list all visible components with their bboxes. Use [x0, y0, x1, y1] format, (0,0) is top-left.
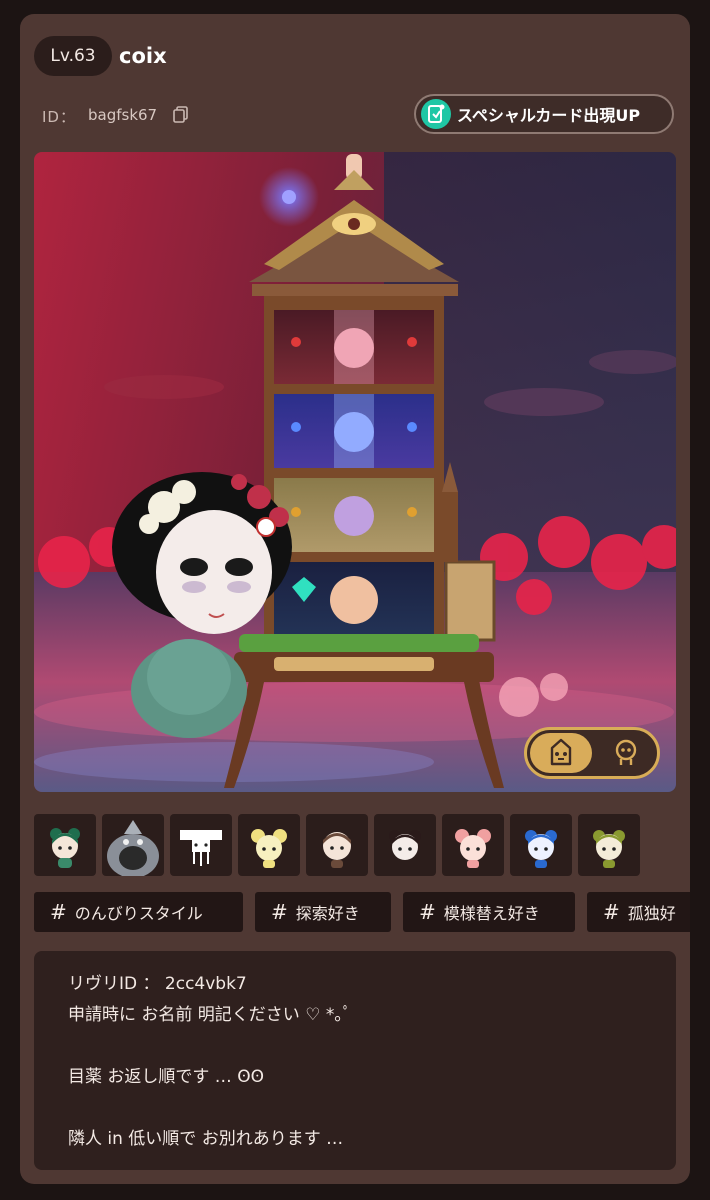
username: coix	[119, 44, 167, 68]
tag-label: 模様替え好き	[443, 904, 540, 923]
neighbor-avatar[interactable]	[578, 814, 640, 876]
tag-chip[interactable]: # 模様替え好き	[403, 892, 575, 932]
view-toggle[interactable]	[524, 727, 660, 779]
tag-chip[interactable]: # 孤独好	[587, 892, 690, 932]
special-card-up-button[interactable]: スペシャルカード出現UP	[414, 94, 674, 134]
neighbor-avatar[interactable]	[34, 814, 96, 876]
neighbor-avatar[interactable]	[306, 814, 368, 876]
special-card-up-label: スペシャルカード出現UP	[457, 106, 641, 125]
tag-chip[interactable]: # のんびりスタイル	[34, 892, 243, 932]
tag-row: # のんびりスタイル # 探索好き # 模様替え好き # 孤独好	[34, 892, 690, 934]
tag-label: 探索好き	[295, 904, 360, 923]
neighbor-avatar[interactable]	[170, 814, 232, 876]
bio-box: リヴリID ： 2cc4vbk7 申請時に お名前 明記ください ♡ *｡ﾟ 目…	[34, 951, 676, 1170]
hash-icon: #	[50, 900, 67, 924]
neighbor-avatar[interactable]	[238, 814, 300, 876]
house-character-icon	[550, 738, 572, 766]
toggle-character-view[interactable]	[595, 733, 657, 773]
hash-icon: #	[603, 900, 620, 924]
character-face-icon	[615, 739, 637, 765]
toggle-house-view[interactable]	[530, 733, 592, 773]
profile-card: Lv.63 coix ID： bagfsk67 スペシャルカード出現UP # の…	[20, 14, 690, 1184]
id-value: bagfsk67	[88, 106, 158, 124]
bio-line: 隣人 in 低い順で お別れあります …	[68, 1129, 344, 1149]
neighbor-avatar[interactable]	[442, 814, 504, 876]
neighbor-avatar[interactable]	[374, 814, 436, 876]
neighbor-avatar[interactable]	[510, 814, 572, 876]
bio-line: 目薬 お返し順です … ʘʘ	[68, 1067, 264, 1087]
card-icon	[421, 99, 451, 129]
hash-icon: #	[271, 900, 288, 924]
bio-line	[68, 1093, 642, 1124]
tag-label: のんびりスタイル	[74, 904, 203, 923]
bio-line: リヴリID ： 2cc4vbk7	[68, 974, 247, 994]
level-text: Lv.63	[50, 46, 96, 66]
bio-line: 申請時に お名前 明記ください ♡ *｡ﾟ	[68, 1005, 352, 1025]
id-label: ID：	[42, 108, 76, 126]
neighbor-avatar[interactable]	[102, 814, 164, 876]
tag-chip[interactable]: # 探索好き	[255, 892, 391, 932]
room-scene[interactable]	[34, 152, 676, 792]
level-badge: Lv.63	[34, 36, 112, 76]
tag-label: 孤独好	[627, 904, 676, 923]
neighbor-avatar-row	[34, 814, 690, 876]
copy-icon[interactable]	[173, 106, 189, 124]
hash-icon: #	[419, 900, 436, 924]
bio-line	[68, 1031, 642, 1062]
